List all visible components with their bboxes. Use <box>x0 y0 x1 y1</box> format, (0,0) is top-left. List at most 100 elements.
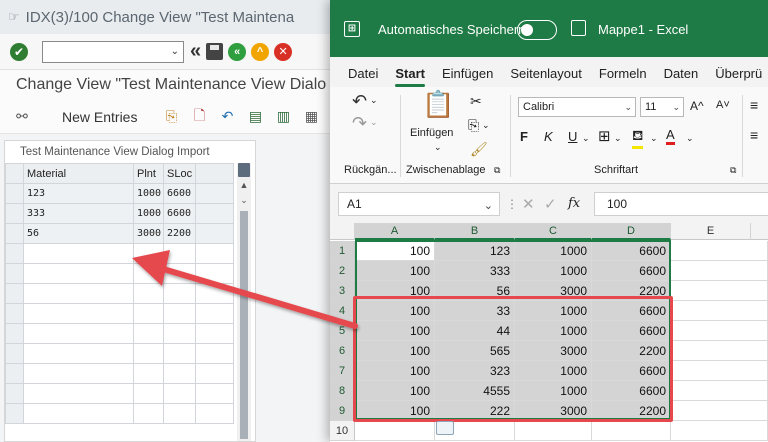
empty-row[interactable] <box>5 243 234 264</box>
tab-seitenlayout[interactable]: Seitenlayout <box>510 66 582 83</box>
empty-row[interactable] <box>5 263 234 284</box>
delete-icon[interactable]: 🗋 <box>191 107 207 125</box>
column-header-e[interactable]: E <box>671 223 751 240</box>
save-icon[interactable] <box>571 20 586 36</box>
material-cell[interactable]: 123 <box>23 183 134 204</box>
copy-dropdown-icon[interactable]: ⌄ <box>482 120 490 131</box>
material-cell[interactable]: 333 <box>23 203 134 224</box>
empty-cell[interactable] <box>133 263 164 284</box>
empty-row[interactable] <box>5 343 234 364</box>
undo-dropdown-icon[interactable]: ⌄ <box>370 95 378 106</box>
select-all-corner[interactable] <box>330 223 355 240</box>
fill-color-icon[interactable]: ⛾ <box>632 127 644 149</box>
grid-cell[interactable] <box>671 281 768 301</box>
italic-button[interactable]: K <box>544 129 553 144</box>
grid-cell[interactable] <box>671 261 768 281</box>
empty-cell[interactable] <box>133 363 164 384</box>
grid-cell[interactable] <box>671 241 768 261</box>
grid-cell[interactable]: 2200 <box>592 401 671 421</box>
empty-row[interactable] <box>5 323 234 344</box>
cut-icon[interactable]: ✂ <box>470 93 482 110</box>
font-name-select[interactable]: Calibri ⌄ <box>518 97 636 117</box>
grid-cell[interactable]: 1000 <box>515 321 592 341</box>
grid-cell[interactable]: 1000 <box>515 261 592 281</box>
row-selector[interactable] <box>5 183 24 204</box>
empty-cell[interactable] <box>163 363 196 384</box>
empty-cell[interactable] <box>133 323 164 344</box>
shrink-font-icon[interactable]: A˅ <box>716 99 730 111</box>
grid-cell[interactable]: 100 <box>355 321 435 341</box>
format-painter-icon[interactable]: 🖌 <box>470 141 488 158</box>
grid-cell[interactable]: 323 <box>435 361 515 381</box>
column-header-material[interactable]: Material <box>23 163 134 184</box>
bold-button[interactable]: F <box>520 129 528 144</box>
empty-row[interactable] <box>5 303 234 324</box>
insert-function-icon[interactable]: fx <box>568 196 580 211</box>
enter-button[interactable]: ✔ <box>10 42 28 61</box>
grid-cell[interactable]: 33 <box>435 301 515 321</box>
empty-cell[interactable] <box>163 243 196 264</box>
empty-cell[interactable] <box>23 383 134 404</box>
fill-dropdown-icon[interactable]: ⌄ <box>650 133 658 144</box>
font-color-icon[interactable]: A <box>666 127 675 145</box>
grid-cell[interactable]: 44 <box>435 321 515 341</box>
scroll-down-icon[interactable]: ⌄ <box>237 193 251 207</box>
row-header[interactable]: 9 <box>330 401 355 421</box>
grid-cell[interactable]: 4555 <box>435 381 515 401</box>
column-header-b[interactable]: B <box>435 223 515 240</box>
row-header[interactable]: 7 <box>330 361 355 381</box>
grid-cell[interactable]: 100 <box>355 341 435 361</box>
empty-row[interactable] <box>5 363 234 384</box>
empty-cell[interactable] <box>163 403 196 424</box>
new-entries-button[interactable]: New Entries <box>62 109 137 125</box>
cancel-icon[interactable]: ✕ <box>274 42 293 61</box>
plant-cell[interactable]: 3000 <box>133 223 164 244</box>
row-selector[interactable] <box>5 383 24 404</box>
chevron-down-icon[interactable]: ⌄ <box>171 46 179 57</box>
sloc-cell[interactable]: 2200 <box>163 223 196 244</box>
align-top-icon[interactable]: ≡ <box>750 97 758 113</box>
row-selector[interactable] <box>5 263 24 284</box>
row-selector[interactable] <box>5 403 24 424</box>
grid-cell[interactable]: 1000 <box>515 241 592 261</box>
grid-cell[interactable]: 100 <box>355 381 435 401</box>
undo-icon[interactable]: ↶ <box>352 91 367 112</box>
table-row[interactable]: 123 1000 6600 <box>5 183 234 204</box>
sloc-cell[interactable]: 6600 <box>163 183 196 204</box>
dialog-launcher-icon[interactable]: ⧉ <box>730 165 736 176</box>
grid-cell[interactable]: 6600 <box>592 301 671 321</box>
font-color-dropdown-icon[interactable]: ⌄ <box>686 133 694 144</box>
underline-button[interactable]: U <box>568 129 577 144</box>
tab-start[interactable]: Start <box>395 66 425 87</box>
deselect-icon[interactable]: ▦ <box>303 108 319 125</box>
table-row[interactable]: 333 1000 6600 <box>5 203 234 224</box>
grid-cell[interactable]: 100 <box>355 301 435 321</box>
column-header-sloc[interactable]: SLoc <box>163 163 196 184</box>
grid-cell[interactable]: 1000 <box>515 381 592 401</box>
tab-einfuegen[interactable]: Einfügen <box>442 66 493 83</box>
row-header[interactable]: 4 <box>330 301 355 321</box>
row-selector[interactable] <box>5 343 24 364</box>
row-selector-header[interactable] <box>5 163 24 184</box>
empty-cell[interactable] <box>23 303 134 324</box>
grid-cell[interactable] <box>515 421 592 441</box>
empty-cell[interactable] <box>163 283 196 304</box>
tab-datei[interactable]: Datei <box>348 66 378 83</box>
grid-cell[interactable]: 100 <box>355 261 435 281</box>
empty-row[interactable] <box>5 383 234 404</box>
grid-cell[interactable]: 123 <box>435 241 515 261</box>
empty-cell[interactable] <box>133 283 164 304</box>
display-change-icon[interactable]: ⚯ <box>14 108 30 125</box>
empty-cell[interactable] <box>133 343 164 364</box>
paste-icon[interactable]: 📋 <box>422 89 454 120</box>
empty-cell[interactable] <box>23 343 134 364</box>
empty-cell[interactable] <box>133 303 164 324</box>
empty-cell[interactable] <box>23 283 134 304</box>
grid-cell[interactable] <box>671 341 768 361</box>
scrollbar-thumb[interactable] <box>240 211 248 439</box>
double-chevron-left-icon[interactable]: « <box>190 40 201 63</box>
row-header[interactable]: 8 <box>330 381 355 401</box>
grid-cell[interactable] <box>671 421 768 441</box>
underline-dropdown-icon[interactable]: ⌄ <box>582 133 590 144</box>
grid-cell[interactable]: 100 <box>355 241 435 261</box>
